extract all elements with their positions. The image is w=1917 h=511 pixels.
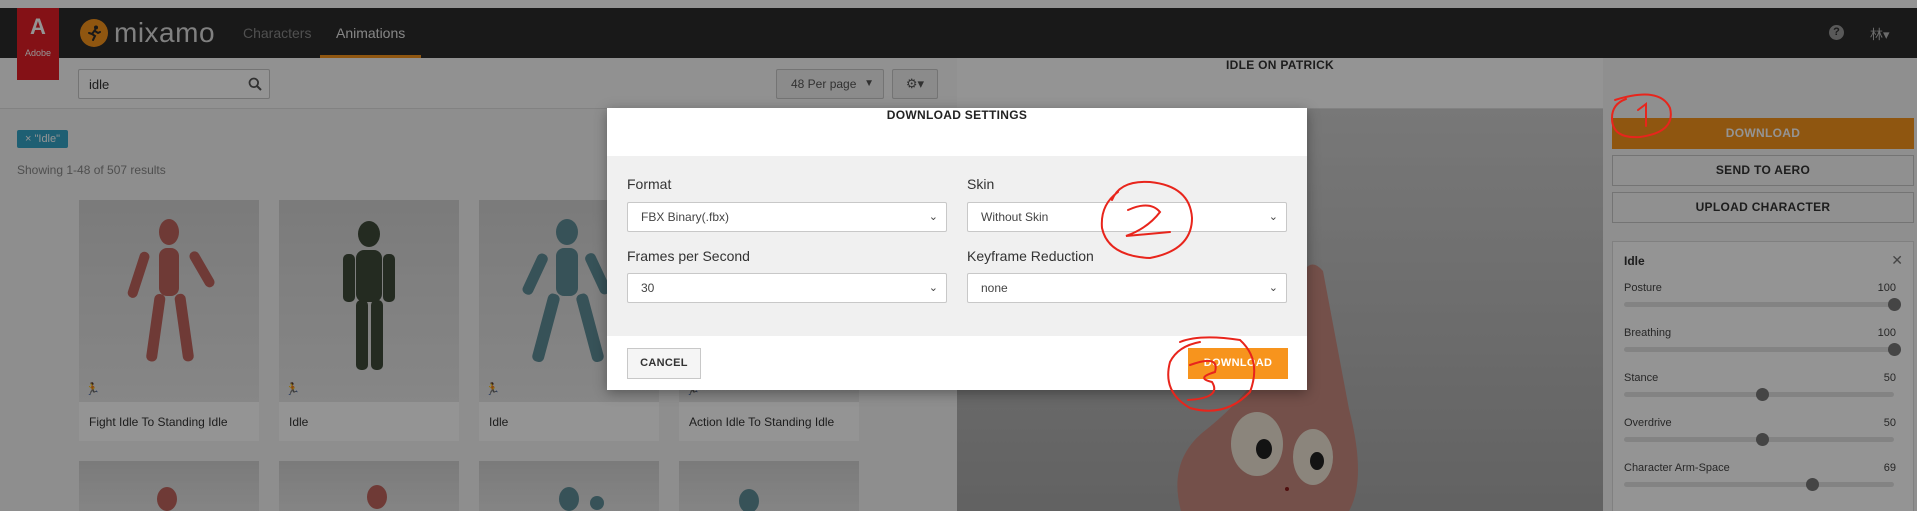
- cancel-button[interactable]: CANCEL: [627, 348, 701, 379]
- keyframe-reduction-label: Keyframe Reduction: [967, 248, 1094, 264]
- keyframe-reduction-select[interactable]: none ⌄: [967, 273, 1287, 303]
- format-label: Format: [627, 176, 672, 192]
- chevron-down-icon: ⌄: [1268, 211, 1278, 223]
- format-select[interactable]: FBX Binary(.fbx) ⌄: [627, 202, 947, 232]
- fps-label: Frames per Second: [627, 248, 750, 264]
- skin-label: Skin: [967, 176, 995, 192]
- skin-select[interactable]: Without Skin ⌄: [967, 202, 1287, 232]
- chevron-down-icon: ⌄: [928, 211, 938, 223]
- dialog-download-button[interactable]: DOWNLOAD: [1188, 348, 1288, 379]
- download-settings-dialog: DOWNLOAD SETTINGS Format FBX Binary(.fbx…: [607, 108, 1307, 390]
- dialog-footer: CANCEL DOWNLOAD: [607, 336, 1307, 390]
- fps-value: 30: [641, 281, 655, 295]
- chevron-down-icon: ⌄: [928, 282, 938, 294]
- chevron-down-icon: ⌄: [1268, 282, 1278, 294]
- keyframe-reduction-value: none: [981, 281, 1008, 295]
- skin-value: Without Skin: [981, 210, 1049, 224]
- dialog-title: DOWNLOAD SETTINGS: [607, 108, 1307, 156]
- format-value: FBX Binary(.fbx): [641, 210, 730, 224]
- fps-select[interactable]: 30 ⌄: [627, 273, 947, 303]
